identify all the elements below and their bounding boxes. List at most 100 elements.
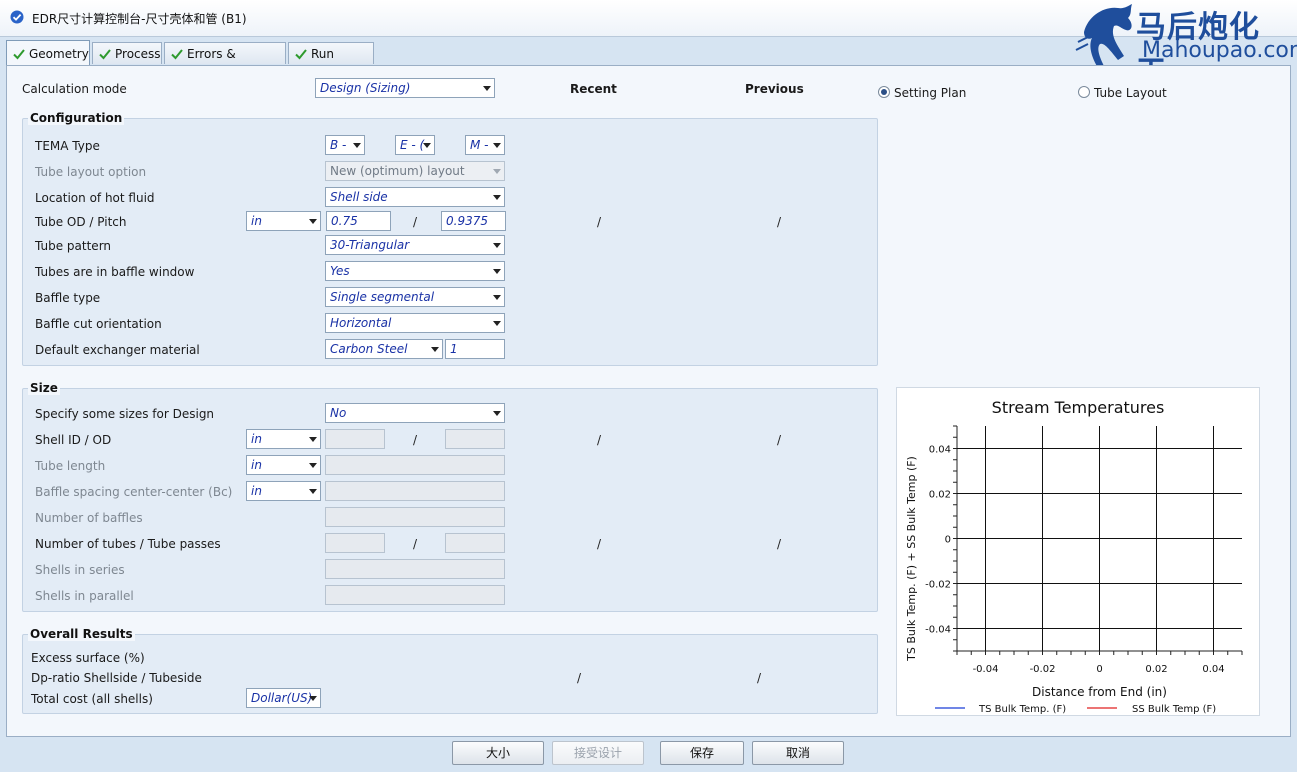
chevron-down-icon [493,321,501,326]
y-tick-label: -0.04 [925,625,951,636]
hot-fluid-label: Location of hot fluid [35,191,155,205]
recent-slash: / [577,671,582,685]
chevron-down-icon [493,411,501,416]
chevron-down-icon [423,143,431,148]
chevron-down-icon [493,143,501,148]
tube-passes-input [445,533,505,553]
baffle-type-select[interactable]: Single segmental [325,287,505,307]
baffle-type-label: Baffle type [35,291,101,305]
specify-sizes-select[interactable]: No [325,403,505,423]
baffle-spacing-unit-select[interactable]: in [246,481,321,501]
shell-id-unit-select[interactable]: in [246,429,321,449]
setting-plan-radio[interactable] [878,86,890,98]
check-icon [99,49,111,60]
check-icon [171,49,183,60]
tube-od-input[interactable]: 0.75 [326,211,391,231]
x-tick-label: -0.04 [973,664,999,675]
baffle-cut-select[interactable]: Horizontal [325,313,505,333]
dp-ratio-label: Dp-ratio Shellside / Tubeside [31,671,202,685]
legend-label: TS Bulk Temp. (F) [978,704,1066,715]
separator-slash: / [413,537,418,551]
previous-slash: / [777,215,782,229]
cancel-button[interactable]: 取消 [752,741,844,765]
tube-pattern-select[interactable]: 30-Triangular [325,235,505,255]
tube-layout-option-select: New (optimum) layout [325,161,505,181]
hot-fluid-select[interactable]: Shell side [325,187,505,207]
x-tick-label: 0.04 [1202,664,1224,675]
tube-pattern-label: Tube pattern [35,239,112,253]
chevron-down-icon [493,169,501,174]
save-button[interactable]: 保存 [660,741,744,765]
tab-errors-warnings[interactable]: Errors & Warnings [164,42,286,83]
chevron-down-icon [309,463,317,468]
chevron-down-icon [353,143,361,148]
specify-sizes-label: Specify some sizes for Design [35,407,215,421]
y-tick-label: 0.04 [929,445,951,456]
baffle-cut-value: Horizontal [330,316,392,330]
shell-id-input [325,429,385,449]
tube-layout-radio[interactable] [1078,86,1090,98]
chevron-down-icon [493,295,501,300]
stream-temperatures-chart: Stream Temperatures -0.04 -0.02 0 0.02 0.04 0.… [896,387,1260,716]
recent-slash: / [597,537,602,551]
tema-shell-value: E - ( [400,138,425,152]
tube-od-unit-select[interactable]: in [246,211,321,231]
check-icon [13,49,25,60]
legend-label: SS Bulk Temp (F) [1132,704,1216,715]
chevron-down-icon [431,347,439,352]
num-baffles-label: Number of baffles [35,511,143,525]
brand-logo: 马后炮化工 Mahoupao.com [1074,0,1297,89]
shells-series-label: Shells in series [35,563,125,577]
cost-unit-select[interactable]: Dollar(US) [246,688,321,708]
tab-run-status[interactable]: Run Status [288,42,374,83]
recent-slash: / [597,215,602,229]
logo-english-text: Mahoupao.com [1142,38,1297,63]
material-code-input[interactable]: 1 [445,339,505,359]
window-title: EDR尺寸计算控制台-尺寸壳体和管 (B1) [32,12,247,26]
chart-title: Stream Temperatures [992,398,1165,417]
x-axis-label: Distance from End (in) [1032,685,1167,699]
tube-od-pitch-label: Tube OD / Pitch [35,215,127,229]
baffle-window-select[interactable]: Yes [325,261,505,281]
shell-id-od-label: Shell ID / OD [35,433,112,447]
tube-layout-label: Tube Layout [1094,86,1167,100]
accept-design-button: 接受设计 [552,741,644,765]
calc-mode-select[interactable]: Design (Sizing) [315,78,495,98]
tube-length-unit-select[interactable]: in [246,455,321,475]
specify-sizes-value: No [330,406,347,420]
x-tick-label: 0 [1096,664,1102,675]
recent-column-header: Recent [570,82,617,96]
baffle-cut-label: Baffle cut orientation [35,317,162,331]
size-button[interactable]: 大小 [452,741,544,765]
num-tubes-label: Number of tubes / Tube passes [35,537,221,551]
y-tick-label: 0 [945,535,951,546]
shells-series-input [325,559,505,579]
previous-slash: / [757,671,762,685]
shell-id-unit-value: in [251,432,262,446]
y-tick-label: -0.02 [925,580,951,591]
tab-geometry[interactable]: Geometry [6,40,90,66]
horse-logo-icon [1075,4,1132,68]
tema-rear-value: M - [470,138,489,152]
baffle-window-label: Tubes are in baffle window [35,265,195,279]
previous-slash: / [777,537,782,551]
material-select[interactable]: Carbon Steel [325,339,443,359]
tema-shell-select[interactable]: E - ( [395,135,435,155]
chart-canvas: Stream Temperatures -0.04 -0.02 0 0.02 0.04 0.… [905,398,1243,715]
baffle-type-value: Single segmental [330,290,435,304]
tab-label: Geometry [29,47,89,61]
chevron-down-icon [493,269,501,274]
tab-process[interactable]: Process [92,42,162,64]
x-tick-label: 0.02 [1145,664,1167,675]
tema-front-select[interactable]: B - [325,135,365,155]
separator-slash: / [413,215,418,229]
recent-slash: / [597,433,602,447]
tube-layout-option-label: Tube layout option [35,165,147,179]
size-title: Size [28,381,60,395]
excess-surface-label: Excess surface (%) [31,651,145,665]
tube-pitch-input[interactable]: 0.9375 [441,211,506,231]
tema-rear-select[interactable]: M - [465,135,505,155]
tema-front-value: B - [330,138,347,152]
cost-unit-value: Dollar(US) [251,691,313,705]
baffle-window-value: Yes [330,264,350,278]
